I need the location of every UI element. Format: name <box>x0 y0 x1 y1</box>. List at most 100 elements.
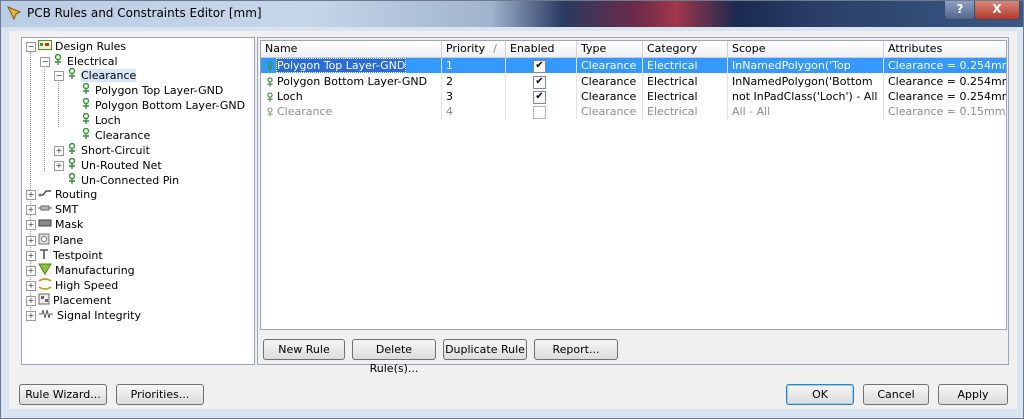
rule-wizard-button[interactable]: Rule Wizard... <box>19 384 107 405</box>
enabled-checkbox[interactable] <box>533 106 546 119</box>
enabled-checkbox[interactable]: ✔ <box>533 76 546 89</box>
rule-icon <box>80 127 92 144</box>
routing-icon <box>38 188 52 202</box>
tree-item-plane[interactable]: + Plane <box>26 233 83 247</box>
column-header-attributes[interactable]: Attributes <box>884 41 1006 57</box>
cell-type: Clearance <box>577 104 643 119</box>
cell-type: Clearance <box>577 89 643 104</box>
duplicate-rule-button[interactable]: Duplicate Rule <box>443 339 527 360</box>
sort-ascending-icon: / <box>493 42 497 55</box>
cell-category: Electrical <box>643 58 728 73</box>
tree-label: Clearance <box>95 129 151 142</box>
design-rules-icon <box>38 40 52 54</box>
cell-scope: InNamedPolygon('Top <box>728 58 884 73</box>
column-header-category[interactable]: Category <box>643 41 728 57</box>
tree-item-electrical[interactable]: − Electrical <box>40 53 118 68</box>
collapse-icon[interactable]: − <box>26 42 36 52</box>
tree-item-placement[interactable]: + Placement <box>26 293 111 307</box>
expand-icon[interactable]: + <box>26 220 36 230</box>
expand-icon[interactable]: + <box>26 311 36 321</box>
tree-item-clearance-group[interactable]: − Clearance <box>54 67 137 82</box>
collapse-icon[interactable]: − <box>54 71 64 81</box>
table-row[interactable]: Loch 3 ✔ Clearance Electrical not InPadC… <box>261 89 1006 104</box>
expand-icon[interactable]: + <box>26 266 36 276</box>
tree-item-smt[interactable]: + SMT <box>26 203 78 217</box>
cell-enabled: ✔ <box>506 74 577 89</box>
help-button[interactable]: ? <box>944 1 976 20</box>
window-title: PCB Rules and Constraints Editor [mm] <box>27 6 262 20</box>
tree-item-design-rules[interactable]: − Design Rules <box>26 40 126 54</box>
cell-priority: 1 <box>442 58 506 73</box>
cell-category: Electrical <box>643 104 728 119</box>
tree-item-high-speed[interactable]: + High Speed <box>26 278 118 292</box>
rule-icon <box>80 97 92 114</box>
rule-icon <box>66 172 78 189</box>
tree-item-routing[interactable]: + Routing <box>26 188 97 202</box>
delete-rules-button[interactable]: Delete Rule(s)... <box>352 339 436 375</box>
expand-icon[interactable]: + <box>26 296 36 306</box>
tree-label: Polygon Top Layer-GND <box>95 84 224 97</box>
new-rule-button[interactable]: New Rule <box>263 339 345 360</box>
tree-item-un-connected-pin[interactable]: Un-Connected Pin <box>66 172 179 189</box>
tree-item-signal-integrity[interactable]: + Signal Integrity <box>26 308 141 322</box>
tree-guide-line <box>58 82 59 127</box>
apply-button[interactable]: Apply <box>938 384 1008 405</box>
title-bar[interactable]: PCB Rules and Constraints Editor [mm] ? … <box>1 1 1023 27</box>
tree-item-mask[interactable]: + Mask <box>26 218 83 232</box>
tree-label: Testpoint <box>53 249 103 262</box>
tree-item-short-circuit[interactable]: + Short-Circuit <box>54 142 150 157</box>
tree-item-rule[interactable]: Clearance <box>80 127 151 144</box>
enabled-checkbox[interactable]: ✔ <box>533 60 546 73</box>
column-header-name[interactable]: Name <box>261 41 442 57</box>
tree-item-rule[interactable]: Loch <box>80 112 121 127</box>
rule-name: Polygon Top Layer-GND <box>275 58 407 73</box>
rules-grid[interactable]: Name Priority / Enabled Type Category Sc… <box>260 40 1007 330</box>
rule-icon <box>66 157 78 174</box>
table-row[interactable]: Polygon Bottom Layer-GND 2 ✔ Clearance E… <box>261 74 1006 89</box>
cell-priority: 3 <box>442 89 506 104</box>
tree-item-rule[interactable]: Polygon Bottom Layer-GND <box>80 97 245 114</box>
rules-tree[interactable]: − Design Rules − Electrical − Clearance Pol… <box>21 37 255 365</box>
cell-scope: not InPadClass('Loch') - All <box>728 89 884 104</box>
cancel-button[interactable]: Cancel <box>863 384 929 405</box>
expand-icon[interactable]: + <box>54 161 64 171</box>
tree-label: Routing <box>55 188 98 201</box>
mask-icon <box>38 218 52 232</box>
expand-icon[interactable]: + <box>54 146 64 156</box>
expand-icon[interactable]: + <box>26 190 36 200</box>
rule-icon <box>267 76 273 87</box>
tree-item-manufacturing[interactable]: + Manufacturing <box>26 263 135 277</box>
column-header-priority[interactable]: Priority / <box>442 41 506 57</box>
priorities-button[interactable]: Priorities... <box>116 384 204 405</box>
ok-button[interactable]: OK <box>786 384 854 405</box>
expand-icon[interactable]: + <box>26 205 36 215</box>
column-header-scope[interactable]: Scope <box>728 41 884 57</box>
tree-label: SMT <box>55 203 79 216</box>
expand-icon[interactable]: + <box>26 281 36 291</box>
rules-editor-window: PCB Rules and Constraints Editor [mm] ? … <box>0 0 1024 419</box>
collapse-icon[interactable]: − <box>40 57 50 67</box>
tree-label: High Speed <box>55 279 119 292</box>
placement-icon <box>38 293 50 309</box>
close-button[interactable]: X <box>974 1 1020 20</box>
enabled-checkbox[interactable]: ✔ <box>533 91 546 104</box>
table-row[interactable]: Polygon Top Layer-GND 1 ✔ Clearance Elec… <box>261 58 1006 73</box>
report-button[interactable]: Report... <box>534 339 618 360</box>
rule-icon <box>267 91 273 102</box>
column-header-enabled[interactable]: Enabled <box>506 41 577 57</box>
tree-label: Manufacturing <box>55 264 135 277</box>
expand-icon[interactable]: + <box>26 251 36 261</box>
tree-item-rule[interactable]: Polygon Top Layer-GND <box>80 82 224 97</box>
tree-item-un-routed-net[interactable]: + Un-Routed Net <box>54 157 162 174</box>
tree-item-testpoint[interactable]: + Testpoint <box>26 248 103 262</box>
cell-name: Clearance <box>261 104 442 119</box>
table-row[interactable]: Clearance 4 Clearance Electrical All - A… <box>261 104 1006 119</box>
rule-name: Clearance <box>277 105 333 118</box>
expand-icon[interactable]: + <box>26 236 36 246</box>
cell-name: Loch <box>261 89 442 104</box>
column-header-type[interactable]: Type <box>577 41 643 57</box>
manufacturing-icon <box>38 263 52 279</box>
tree-label: Clearance <box>81 69 137 82</box>
signal-integrity-icon <box>38 308 54 324</box>
cell-category: Electrical <box>643 89 728 104</box>
